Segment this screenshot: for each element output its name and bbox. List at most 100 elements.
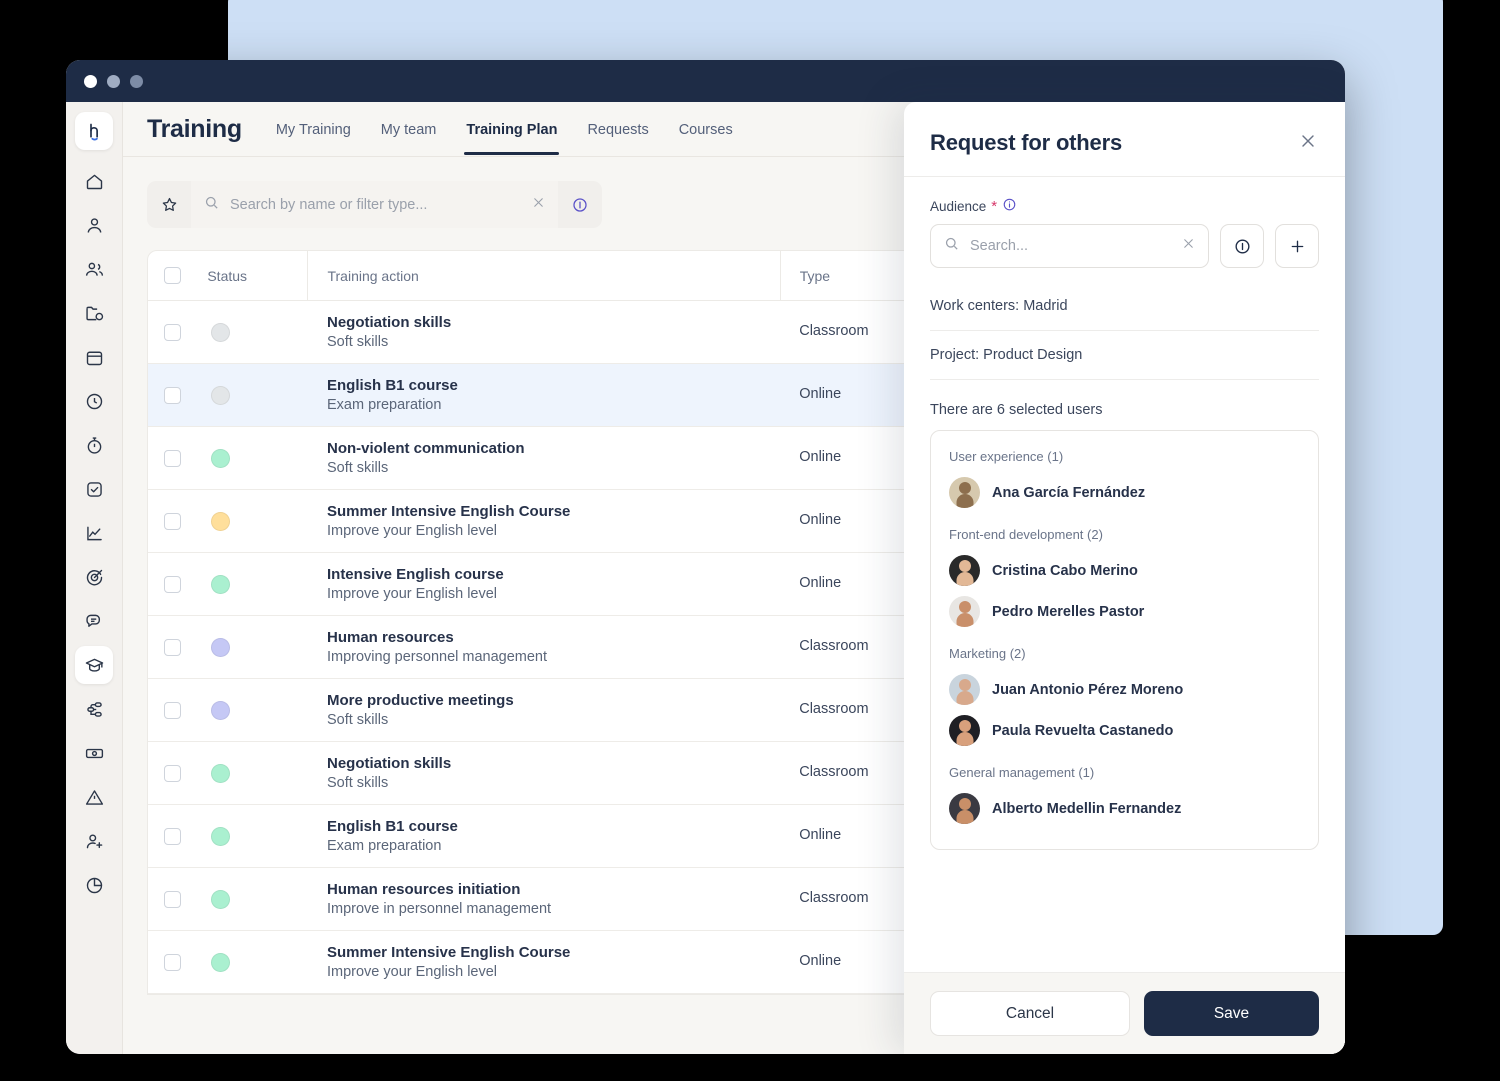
row-status-cell bbox=[207, 552, 308, 616]
training-subtitle: Improve in personnel management bbox=[326, 901, 552, 917]
audience-info-icon[interactable] bbox=[1002, 197, 1017, 215]
tab-training-plan[interactable]: Training Plan bbox=[464, 105, 560, 155]
window-close-dot[interactable] bbox=[84, 74, 97, 88]
sidebar-item-reports[interactable] bbox=[75, 866, 113, 904]
search-icon bbox=[203, 194, 220, 216]
work-centers-line: Work centers: Madrid bbox=[930, 282, 1319, 331]
sidebar-item-analytics[interactable] bbox=[75, 514, 113, 552]
audience-info-button[interactable] bbox=[1220, 224, 1264, 268]
sidebar-item-people[interactable] bbox=[75, 250, 113, 288]
row-status-cell bbox=[207, 804, 308, 868]
audience-label: Audience bbox=[930, 198, 987, 214]
sidebar-item-training[interactable] bbox=[75, 646, 113, 684]
row-checkbox[interactable] bbox=[164, 386, 181, 404]
user-name: Cristina Cabo Merino bbox=[992, 562, 1138, 579]
window-maximize-dot[interactable] bbox=[130, 74, 143, 88]
sidebar-item-alerts[interactable] bbox=[75, 778, 113, 816]
tab-requests[interactable]: Requests bbox=[585, 105, 650, 154]
user-name: Ana García Fernández bbox=[992, 484, 1146, 501]
training-subtitle: Soft skills bbox=[326, 460, 389, 476]
row-status-cell bbox=[207, 867, 308, 931]
cancel-button[interactable]: Cancel bbox=[930, 991, 1130, 1036]
status-badge bbox=[211, 700, 231, 720]
select-all-checkbox[interactable] bbox=[164, 267, 181, 284]
logo-h-icon[interactable] bbox=[75, 112, 113, 150]
training-subtitle: Soft skills bbox=[326, 712, 389, 728]
sidebar-item-workflows[interactable] bbox=[75, 690, 113, 728]
tab-courses[interactable]: Courses bbox=[677, 105, 735, 154]
sidebar-rail bbox=[66, 102, 123, 1054]
clear-audience-search-icon[interactable] bbox=[1181, 236, 1196, 256]
row-status-cell bbox=[207, 300, 308, 364]
avatar bbox=[949, 596, 980, 627]
sidebar-item-documents[interactable] bbox=[75, 294, 113, 332]
row-checkbox[interactable] bbox=[164, 638, 181, 656]
sidebar-item-messages[interactable] bbox=[75, 602, 113, 640]
row-type-cell: Online bbox=[780, 363, 923, 427]
page-title: Training bbox=[147, 114, 242, 143]
star-icon[interactable] bbox=[147, 181, 191, 228]
sidebar-item-recruitment[interactable] bbox=[75, 822, 113, 860]
window-minimize-dot[interactable] bbox=[107, 74, 120, 88]
sidebar-item-time-tracking[interactable] bbox=[75, 382, 113, 420]
training-title: Negotiation skills bbox=[326, 755, 452, 772]
search-info-icon[interactable] bbox=[558, 181, 602, 228]
status-badge bbox=[211, 952, 231, 972]
tab-my-team[interactable]: My team bbox=[379, 105, 439, 154]
list-item[interactable]: Cristina Cabo Merino bbox=[949, 550, 1300, 591]
row-checkbox[interactable] bbox=[164, 953, 181, 971]
panel-title: Request for others bbox=[930, 130, 1122, 155]
column-status[interactable]: Status bbox=[207, 251, 308, 301]
avatar bbox=[949, 555, 980, 586]
row-checkbox[interactable] bbox=[164, 764, 181, 782]
row-checkbox[interactable] bbox=[164, 890, 181, 908]
audience-search-input[interactable]: Search... bbox=[930, 224, 1209, 268]
search-input[interactable]: Search by name or filter type... bbox=[191, 181, 558, 228]
tab-my-training[interactable]: My Training bbox=[274, 105, 353, 154]
list-item[interactable]: Paula Revuelta Castanedo bbox=[949, 710, 1300, 751]
row-checkbox[interactable] bbox=[164, 827, 181, 845]
clear-search-icon[interactable] bbox=[531, 195, 546, 215]
row-action-cell: English B1 course Exam preparation bbox=[307, 363, 781, 427]
row-select-cell bbox=[148, 300, 208, 364]
panel-footer: Cancel Save bbox=[904, 972, 1345, 1054]
row-action-cell: English B1 course Exam preparation bbox=[307, 804, 781, 868]
training-subtitle: Exam preparation bbox=[326, 397, 442, 413]
row-select-cell bbox=[148, 615, 208, 679]
column-training-action[interactable]: Training action bbox=[307, 251, 781, 301]
list-item[interactable]: Alberto Medellin Fernandez bbox=[949, 788, 1300, 829]
training-subtitle: Improve your English level bbox=[326, 586, 498, 602]
row-action-cell: Negotiation skills Soft skills bbox=[307, 300, 781, 364]
select-all-header bbox=[148, 251, 208, 301]
training-subtitle: Soft skills bbox=[326, 775, 389, 791]
add-audience-button[interactable] bbox=[1275, 224, 1319, 268]
sidebar-item-calendar[interactable] bbox=[75, 338, 113, 376]
row-checkbox[interactable] bbox=[164, 701, 181, 719]
sidebar-item-payroll[interactable] bbox=[75, 734, 113, 772]
row-type-cell: Classroom bbox=[780, 741, 923, 805]
close-icon[interactable] bbox=[1297, 130, 1319, 152]
row-checkbox[interactable] bbox=[164, 512, 181, 530]
row-action-cell: Human resources initiation Improve in per… bbox=[307, 867, 781, 931]
row-select-cell bbox=[148, 489, 208, 553]
row-type-cell: Online bbox=[780, 489, 923, 553]
row-checkbox[interactable] bbox=[164, 323, 181, 341]
sidebar-item-profile[interactable] bbox=[75, 206, 113, 244]
sidebar-item-home[interactable] bbox=[75, 162, 113, 200]
sidebar-item-timer[interactable] bbox=[75, 426, 113, 464]
list-item[interactable]: Ana García Fernández bbox=[949, 472, 1300, 513]
list-item[interactable]: Pedro Merelles Pastor bbox=[949, 591, 1300, 632]
training-title: Non-violent communication bbox=[326, 440, 525, 457]
save-button[interactable]: Save bbox=[1144, 991, 1319, 1036]
sidebar-item-goals[interactable] bbox=[75, 558, 113, 596]
sidebar-item-tasks[interactable] bbox=[75, 470, 113, 508]
row-type-cell: Classroom bbox=[780, 678, 923, 742]
row-checkbox[interactable] bbox=[164, 575, 181, 593]
row-type-cell: Classroom bbox=[780, 867, 923, 931]
training-subtitle: Soft skills bbox=[326, 334, 389, 350]
column-type[interactable]: Type bbox=[779, 251, 923, 301]
list-item[interactable]: Juan Antonio Pérez Moreno bbox=[949, 669, 1300, 710]
row-action-cell: Human resources Improving personnel manag… bbox=[307, 615, 781, 679]
row-checkbox[interactable] bbox=[164, 449, 181, 467]
row-type-cell: Online bbox=[780, 930, 923, 994]
